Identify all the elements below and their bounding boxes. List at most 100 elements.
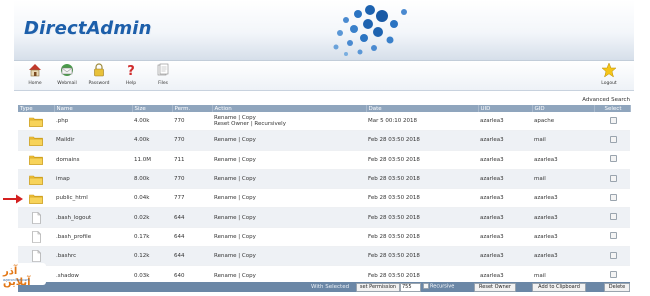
logout-button[interactable]: Logout bbox=[594, 62, 624, 86]
col-header-type[interactable]: Type bbox=[18, 105, 55, 112]
file-name-link[interactable]: public_html bbox=[56, 195, 88, 201]
cell-select bbox=[594, 246, 630, 267]
rename-copy-links[interactable]: Rename | Copy bbox=[214, 195, 366, 201]
rename-copy-links[interactable]: Rename | Copy bbox=[214, 137, 366, 143]
table-row: imap 8.00k 770 Rename | Copy Feb 28 03:50 20… bbox=[18, 169, 630, 190]
file-name-link[interactable]: domains bbox=[56, 157, 79, 163]
select-checkbox[interactable] bbox=[609, 193, 617, 201]
cell-name[interactable]: Maildir bbox=[54, 130, 132, 151]
cell-perm[interactable]: 711 bbox=[172, 150, 212, 170]
add-to-clipboard-button[interactable]: Add to Clipboard bbox=[532, 283, 586, 292]
col-header-date[interactable]: Date bbox=[366, 105, 479, 112]
folder-icon[interactable] bbox=[29, 116, 43, 127]
rename-copy-links[interactable]: Rename | Copy bbox=[214, 215, 366, 221]
toolbar-webmail-button[interactable]: Webmail bbox=[52, 62, 82, 86]
toolbar-home-button[interactable]: Home bbox=[20, 62, 50, 86]
recursive-option[interactable]: Recursive bbox=[423, 283, 454, 290]
select-checkbox[interactable] bbox=[609, 116, 617, 124]
file-icon[interactable] bbox=[31, 250, 41, 263]
svg-text:?: ? bbox=[127, 64, 135, 78]
file-name-link[interactable]: Maildir bbox=[56, 137, 74, 143]
file-name-link[interactable]: .shadow bbox=[56, 273, 79, 279]
select-checkbox[interactable] bbox=[609, 213, 617, 221]
rename-copy-links[interactable]: Rename | Copy bbox=[214, 234, 366, 240]
file-table: Type Name Size Perm. Action Date UID GID… bbox=[18, 105, 631, 286]
reset-owner-button[interactable]: Reset Owner bbox=[474, 283, 516, 292]
cell-perm[interactable]: 777 bbox=[172, 188, 212, 209]
set-permission-button[interactable]: set Permission bbox=[356, 283, 400, 292]
folder-icon[interactable] bbox=[29, 154, 43, 166]
cell-gid: mail bbox=[532, 169, 594, 190]
toolbar-files-button[interactable]: Files bbox=[148, 62, 178, 86]
folder-icon[interactable] bbox=[29, 193, 43, 204]
col-header-uid[interactable]: UID bbox=[478, 105, 533, 112]
file-name-link[interactable]: .bash_logout bbox=[56, 215, 91, 221]
select-checkbox[interactable] bbox=[609, 271, 617, 279]
cell-uid: azarlea3 bbox=[478, 188, 532, 209]
cell-type bbox=[18, 227, 54, 248]
cell-name[interactable]: public_html bbox=[54, 188, 132, 209]
select-checkbox[interactable] bbox=[609, 155, 617, 163]
cell-name[interactable]: .bashrc bbox=[54, 246, 132, 267]
cell-uid: azarlea3 bbox=[478, 207, 532, 228]
star-icon bbox=[601, 62, 617, 78]
with-selected-label: With Selected bbox=[311, 284, 350, 290]
header-banner: DirectAdmin bbox=[14, 0, 634, 61]
cell-name[interactable]: .bash_logout bbox=[54, 207, 132, 228]
select-checkbox[interactable] bbox=[609, 232, 617, 240]
file-icon[interactable] bbox=[31, 231, 41, 243]
cell-perm[interactable]: 644 bbox=[172, 207, 212, 228]
toolbar-password-button[interactable]: Password bbox=[84, 62, 114, 86]
cell-name[interactable]: .bash_profile bbox=[54, 227, 132, 248]
col-header-perm[interactable]: Perm. bbox=[172, 105, 213, 112]
cell-select bbox=[594, 169, 630, 190]
rename-copy-links[interactable]: Rename | Copy bbox=[214, 253, 366, 259]
col-header-name[interactable]: Name bbox=[54, 105, 133, 112]
advanced-search-link[interactable]: Advanced Search bbox=[582, 97, 630, 103]
cell-size: 11.0M bbox=[132, 150, 172, 170]
cell-type bbox=[18, 112, 54, 132]
cell-name[interactable]: domains bbox=[54, 150, 132, 170]
cell-perm[interactable]: 770 bbox=[172, 130, 212, 151]
cell-action: Rename | Copy bbox=[212, 207, 366, 228]
delete-button[interactable]: Delete bbox=[604, 283, 630, 292]
select-checkbox[interactable] bbox=[609, 174, 617, 182]
toolbar-help-button[interactable]: ? Help bbox=[116, 62, 146, 86]
rename-copy-links[interactable]: Rename | Copy bbox=[214, 157, 366, 163]
cell-perm[interactable]: 644 bbox=[172, 227, 212, 248]
cell-name[interactable]: imap bbox=[54, 169, 132, 190]
cell-uid: azarlea3 bbox=[478, 130, 532, 151]
rename-copy-links[interactable]: Rename | Copy bbox=[214, 273, 366, 279]
file-name-link[interactable]: imap bbox=[56, 176, 70, 182]
folder-icon[interactable] bbox=[29, 135, 43, 146]
cell-size: 4.00k bbox=[132, 130, 172, 151]
rename-copy-links[interactable]: Rename | Copy bbox=[214, 176, 366, 182]
file-icon[interactable] bbox=[31, 211, 41, 224]
cell-perm[interactable]: 770 bbox=[172, 112, 212, 132]
select-checkbox[interactable] bbox=[609, 135, 617, 143]
cell-name[interactable]: .php bbox=[54, 112, 132, 132]
select-checkbox[interactable] bbox=[609, 251, 617, 259]
app-logo[interactable]: DirectAdmin bbox=[24, 18, 152, 39]
col-header-size[interactable]: Size bbox=[132, 105, 173, 112]
folder-icon[interactable] bbox=[29, 174, 43, 185]
reset-owner-links[interactable]: Reset Owner | Recursively bbox=[214, 121, 366, 127]
cell-uid: azarlea3 bbox=[478, 227, 532, 248]
permission-input[interactable]: 755 bbox=[400, 283, 421, 292]
file-name-link[interactable]: .php bbox=[56, 118, 68, 124]
recursive-label: Recursive bbox=[430, 283, 455, 290]
cell-perm[interactable]: 644 bbox=[172, 246, 212, 267]
cell-action: Rename | Copy bbox=[212, 169, 366, 190]
cell-action: Rename | Copy bbox=[212, 188, 366, 209]
cell-uid: azarlea3 bbox=[478, 246, 532, 267]
recursive-checkbox[interactable] bbox=[423, 283, 429, 289]
table-row: domains 11.0M 711 Rename | Copy Feb 28 03:50… bbox=[18, 150, 630, 170]
file-name-link[interactable]: .bash_profile bbox=[56, 234, 91, 240]
col-header-gid[interactable]: GID bbox=[532, 105, 595, 112]
file-name-link[interactable]: .bashrc bbox=[56, 253, 76, 259]
cell-perm[interactable]: 770 bbox=[172, 169, 212, 190]
page: DirectAdmin Home Webmail Password ? Help… bbox=[0, 0, 650, 296]
cell-date: Feb 28 03:50 2018 bbox=[366, 246, 478, 267]
cell-gid: azarlea3 bbox=[532, 150, 594, 170]
bulk-action-bar: With Selected set Permission 755 Recursi… bbox=[18, 282, 630, 292]
